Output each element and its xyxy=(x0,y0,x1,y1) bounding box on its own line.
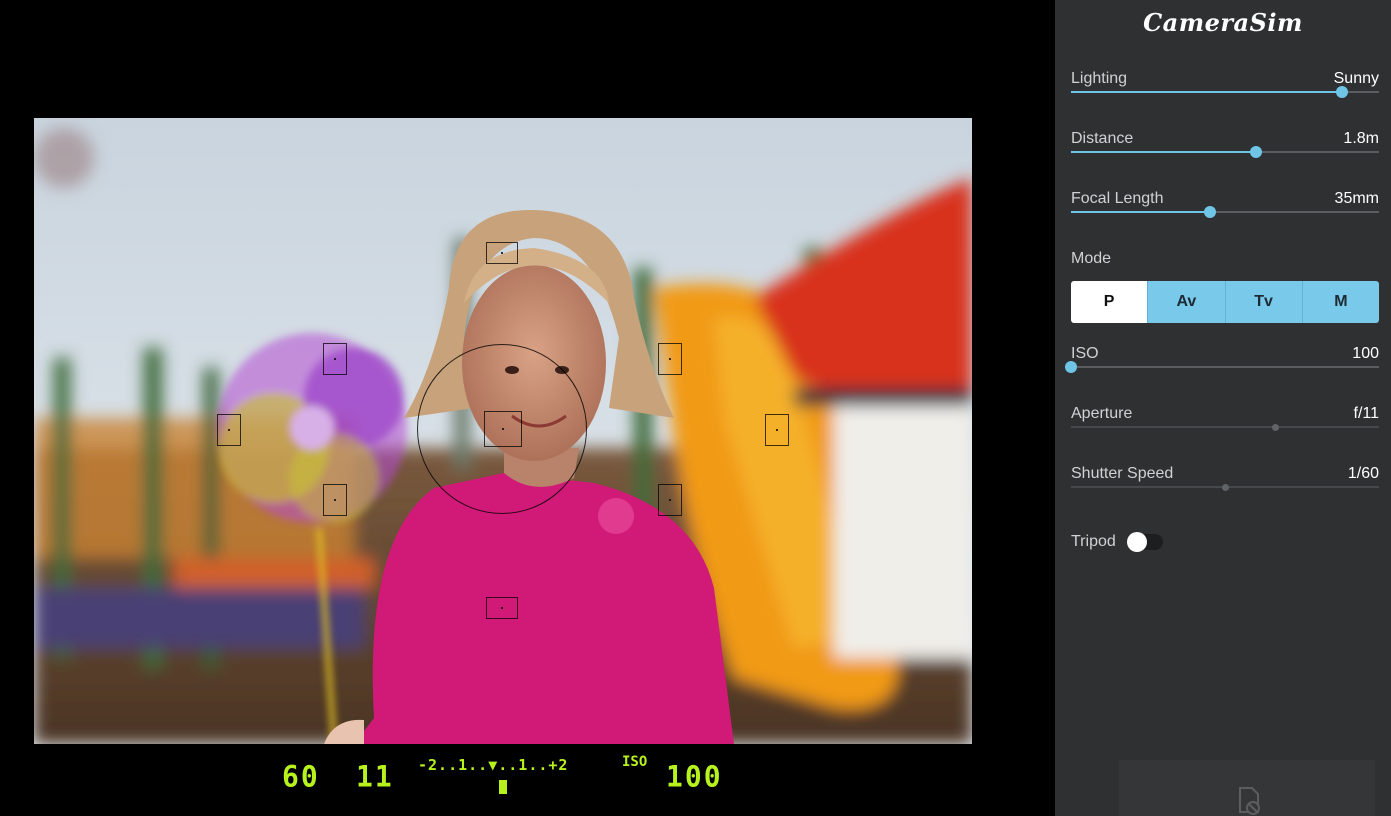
shutter-button[interactable] xyxy=(1119,760,1375,816)
lighting-slider-thumb[interactable] xyxy=(1336,86,1349,98)
shutter-speed-value: 1/60 xyxy=(1347,465,1379,482)
aperture-value: f/11 xyxy=(1353,405,1380,422)
distance-label: Distance xyxy=(1071,130,1134,147)
shutter-speed-control: Shutter Speed 1/60 xyxy=(1071,465,1379,505)
lighting-control: Lighting Sunny xyxy=(1071,70,1379,110)
lighting-slider[interactable] xyxy=(1071,91,1379,93)
focal-length-slider[interactable] xyxy=(1071,211,1379,213)
mode-button-av[interactable]: Av xyxy=(1147,281,1225,323)
tripod-toggle-knob[interactable] xyxy=(1127,532,1147,552)
spot-meter-circle xyxy=(417,344,587,514)
tripod-toggle[interactable] xyxy=(1127,532,1163,552)
focal-length-label: Focal Length xyxy=(1071,190,1164,207)
iso-slider-thumb[interactable] xyxy=(1065,361,1077,373)
af-point-lower-left[interactable] xyxy=(323,484,347,516)
aperture-control: Aperture f/11 xyxy=(1071,405,1379,445)
scene-photo xyxy=(34,118,972,744)
focal-length-value: 35mm xyxy=(1334,190,1379,207)
aperture-label: Aperture xyxy=(1071,405,1133,422)
viewfinder: 60 11 -2..1..▼..1..+2 ISO 100 xyxy=(0,0,1055,816)
distance-value: 1.8m xyxy=(1343,130,1379,147)
tripod-label: Tripod xyxy=(1071,533,1116,550)
af-point-lower-right[interactable] xyxy=(658,484,682,516)
viewfinder-lcd: 60 11 -2..1..▼..1..+2 ISO 100 xyxy=(0,746,1055,816)
af-point-left[interactable] xyxy=(217,414,241,446)
lcd-iso-value: 100 xyxy=(666,759,723,794)
iso-slider[interactable] xyxy=(1071,366,1379,368)
aperture-slider xyxy=(1071,426,1379,428)
iso-label: ISO xyxy=(1071,345,1099,362)
mode-selector: P Av Tv M xyxy=(1071,281,1379,323)
distance-slider-thumb[interactable] xyxy=(1249,146,1262,158)
distance-control: Distance 1.8m xyxy=(1071,130,1379,170)
af-point-upper-right[interactable] xyxy=(658,343,682,375)
lcd-exposure-scale: -2..1..▼..1..+2 xyxy=(418,756,569,774)
lcd-aperture: 11 xyxy=(356,759,394,794)
lcd-shutter: 60 xyxy=(282,759,320,794)
focal-length-slider-thumb[interactable] xyxy=(1203,206,1216,218)
shutter-speed-label: Shutter Speed xyxy=(1071,465,1174,482)
af-point-bottom[interactable] xyxy=(486,597,518,619)
mode-button-p[interactable]: P xyxy=(1071,281,1148,323)
af-point-right[interactable] xyxy=(765,414,789,446)
shutter-speed-slider-thumb xyxy=(1221,484,1229,491)
camera-shutter-disabled-icon xyxy=(1239,787,1260,815)
focal-length-control: Focal Length 35mm xyxy=(1071,190,1379,230)
app-logo: CameraSim xyxy=(1143,8,1303,37)
lighting-label: Lighting xyxy=(1071,70,1128,87)
exposure-indicator xyxy=(499,780,507,794)
distance-slider[interactable] xyxy=(1071,151,1379,153)
iso-control: ISO 100 xyxy=(1065,345,1379,385)
iso-value: 100 xyxy=(1352,345,1379,362)
af-point-upper-left[interactable] xyxy=(323,343,347,375)
af-point-top[interactable] xyxy=(486,242,518,264)
aperture-slider-thumb xyxy=(1272,424,1280,431)
mode-button-tv[interactable]: Tv xyxy=(1224,281,1302,323)
mode-button-m[interactable]: M xyxy=(1301,281,1379,323)
lcd-iso-label: ISO xyxy=(622,754,648,770)
control-panel: CameraSim Lighting Sunny Distance 1.8m F… xyxy=(1055,0,1391,816)
mode-label: Mode xyxy=(1071,250,1112,267)
